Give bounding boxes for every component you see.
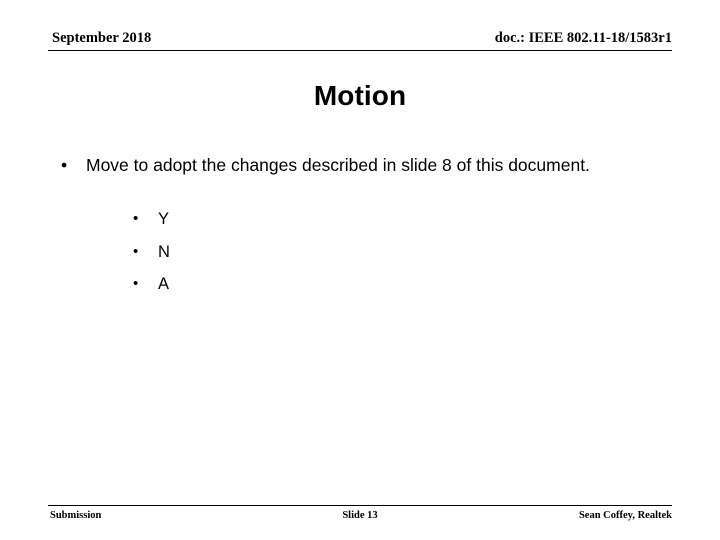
bullet-list-level-2: • Y • N • A <box>86 205 672 299</box>
list-item: • Y <box>86 205 672 234</box>
bullet-marker-icon: • <box>133 275 139 292</box>
bullet-text: N <box>158 242 170 261</box>
bullet-text: Move to adopt the changes described in s… <box>86 155 590 175</box>
footer-author: Sean Coffey, Realtek <box>578 510 672 521</box>
bullet-text: Y <box>158 210 170 228</box>
bullet-marker-icon: • <box>61 155 68 175</box>
bullet-marker-icon: • <box>133 210 139 227</box>
list-item: • N <box>86 238 672 267</box>
header-date: September 2018 <box>52 30 152 46</box>
list-item: • A <box>86 270 672 299</box>
list-item: • Move to adopt the changes described in… <box>48 152 672 299</box>
presentation-slide: September 2018 doc.: IEEE 802.11-18/1583… <box>0 0 720 540</box>
header-document-number: doc.: IEEE 802.11-18/1583r1 <box>494 30 672 46</box>
slide-footer: Submission Slide 13 Sean Coffey, Realtek <box>48 509 672 527</box>
slide-body: • Move to adopt the changes described in… <box>48 152 672 482</box>
bullet-text: A <box>158 275 170 293</box>
header-divider <box>48 50 672 51</box>
slide-header: September 2018 doc.: IEEE 802.11-18/1583… <box>48 29 672 51</box>
slide-title: Motion <box>313 80 407 111</box>
footer-divider <box>48 505 672 506</box>
bullet-list-level-1: • Move to adopt the changes described in… <box>48 152 672 299</box>
bullet-marker-icon: • <box>133 242 139 260</box>
